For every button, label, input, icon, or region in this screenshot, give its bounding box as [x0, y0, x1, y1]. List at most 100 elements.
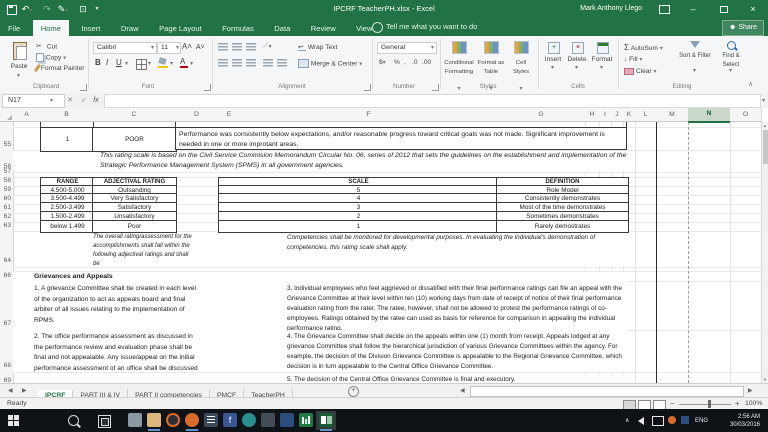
zoom-in-icon[interactable]: + [735, 399, 740, 408]
zoom-slider-thumb[interactable] [708, 400, 711, 408]
taskbar-app-icon-3[interactable] [185, 413, 199, 427]
taskbar-app-icon-2[interactable] [166, 413, 180, 427]
fill-color-icon[interactable] [158, 57, 168, 68]
align-right-icon[interactable] [246, 59, 256, 67]
scroll-down-icon[interactable]: ▼ [763, 377, 767, 382]
align-top-icon[interactable] [218, 43, 228, 51]
scroll-up-icon[interactable]: ▲ [763, 123, 767, 128]
name-box[interactable]: N17 [2, 94, 65, 108]
column-header-L[interactable]: L [635, 108, 657, 122]
user-account[interactable]: Mark Anthony Llego [580, 0, 642, 18]
row-header-57[interactable]: 57 [0, 167, 11, 176]
italic-button[interactable]: I [106, 58, 108, 67]
formula-input[interactable] [104, 94, 761, 108]
file-explorer-icon[interactable] [147, 413, 161, 427]
column-header-O[interactable]: O [730, 108, 762, 122]
column-header-M[interactable]: M [656, 108, 689, 122]
cut-button[interactable]: ✂ Cut [36, 42, 57, 51]
taskbar-app-icon-7[interactable] [299, 413, 313, 427]
percent-style-icon[interactable]: % [394, 58, 400, 67]
taskbar-app-icon-6[interactable] [280, 413, 294, 427]
horizontal-scroll-thumb[interactable] [470, 386, 744, 397]
network-display-icon[interactable] [652, 416, 664, 426]
clipboard-dialog-launcher-icon[interactable] [80, 84, 87, 91]
cell-A68-office-assessment[interactable]: 2. The office performance assessment as … [34, 332, 202, 372]
zoom-level[interactable]: 100% [745, 400, 762, 407]
increase-decimal-icon[interactable]: .0 [412, 58, 418, 67]
column-header-H[interactable]: H [585, 108, 600, 122]
column-header-D[interactable]: D [175, 108, 219, 122]
format-painter-button[interactable]: Format Painter [33, 64, 84, 73]
tell-me-box[interactable]: Tell me what you want to do [386, 18, 477, 36]
comma-style-icon[interactable]: , [404, 58, 406, 67]
restore-button[interactable] [712, 0, 734, 18]
align-left-icon[interactable] [218, 59, 228, 67]
cell-F67-appeal-process[interactable]: 3. Individual employees who feel aggriev… [287, 284, 625, 332]
volume-icon[interactable] [638, 417, 644, 425]
wrap-text-button[interactable]: ↩ Wrap Text [298, 43, 337, 52]
row-header-67[interactable]: 67 [0, 319, 11, 329]
task-view-icon[interactable] [98, 415, 111, 428]
decrease-decimal-icon[interactable]: .00 [422, 58, 431, 67]
collapse-ribbon-icon[interactable]: ∧ [748, 80, 753, 88]
autosum-button[interactable]: Σ AutoSum ▾ [624, 43, 663, 54]
column-header-B[interactable]: B [40, 108, 94, 122]
paste-button[interactable]: Paste ▾ [6, 40, 32, 80]
number-format-combo[interactable]: General ▾ [377, 42, 437, 54]
tray-app-icon-2[interactable] [681, 416, 689, 424]
cell-F69-final-decision[interactable]: 5. The decision of the Central Office Gr… [287, 375, 625, 383]
column-header-F[interactable]: F [240, 108, 498, 122]
clock[interactable]: 2:56 AM 30/03/2016 [714, 413, 760, 429]
font-size-combo[interactable]: 11 ▾ [157, 42, 181, 54]
zoom-out-icon[interactable]: − [670, 399, 675, 408]
alignment-dialog-launcher-icon[interactable] [364, 84, 371, 91]
tray-app-icon-1[interactable] [668, 416, 676, 424]
cell-F64-competencies-note[interactable]: Competencies shall be monitored for deve… [240, 233, 627, 266]
zoom-slider-track[interactable] [679, 404, 731, 405]
cell-A67-grievance-committee[interactable]: 1. A grievance Committee shall be create… [34, 284, 202, 328]
close-button[interactable]: × [742, 0, 764, 18]
expand-formula-bar-icon[interactable]: ▾ [762, 97, 765, 104]
align-bottom-icon[interactable] [246, 43, 256, 51]
orientation-icon[interactable]: ⟋▾ [263, 41, 272, 52]
row-header-69[interactable]: 69 [0, 376, 11, 383]
copy-button[interactable]: Copy ▾ [36, 53, 66, 63]
minimize-button[interactable]: – [682, 0, 704, 18]
taskbar-search-icon[interactable] [68, 415, 81, 428]
fill-button[interactable]: ↓ Fill ▾ [624, 55, 642, 65]
start-button-icon[interactable] [8, 415, 19, 426]
align-middle-icon[interactable] [232, 43, 242, 51]
table-row-cell[interactable]: 1 [218, 220, 499, 233]
column-header-C[interactable]: C [93, 108, 176, 122]
insert-function-icon[interactable]: fx [90, 93, 102, 108]
calculator-icon[interactable] [204, 413, 218, 427]
language-indicator[interactable]: ENG [695, 417, 708, 425]
cell-F68-grievance-decision[interactable]: 4. The Grievance Committee shall decide … [287, 332, 625, 372]
taskbar-app-icon-5[interactable] [261, 413, 275, 427]
row-header-63[interactable]: 63 [0, 221, 11, 231]
cell-D55-rating-description[interactable]: Performance was consistently below expec… [175, 127, 627, 150]
number-dialog-launcher-icon[interactable] [432, 84, 439, 91]
merge-center-button[interactable]: Merge & Center ▾ [298, 59, 362, 69]
cell-C55[interactable]: POOR [92, 127, 177, 152]
table-row-cell[interactable]: Rarely demostrates [496, 220, 629, 233]
font-name-combo[interactable]: Calibri ▾ [93, 42, 157, 54]
accounting-format-icon[interactable]: $▾ [379, 58, 386, 68]
share-button[interactable]: ☻ Share [722, 20, 764, 36]
column-header-A[interactable]: A [13, 108, 41, 122]
sheet-nav-right-icon[interactable]: ▶ [22, 387, 27, 394]
column-header-E[interactable]: E [218, 108, 241, 122]
underline-dropdown-icon[interactable]: ▾ [125, 60, 128, 67]
bold-button[interactable]: B [95, 58, 101, 67]
name-box-dropdown-icon[interactable]: ▾ [50, 97, 53, 104]
increase-font-icon[interactable]: A˄ [182, 42, 192, 51]
excel-taskbar-highlight[interactable] [316, 411, 336, 430]
row-header-55[interactable]: 55 [0, 140, 11, 150]
sheet-nav-left-icon[interactable]: ◀ [8, 387, 13, 394]
tray-show-hidden-icon[interactable]: ∧ [625, 417, 629, 425]
decrease-indent-icon[interactable] [263, 59, 273, 67]
cell-B56-rating-scale-note[interactable]: This rating scale is based on the Civil … [13, 151, 627, 171]
ribbon-display-options-icon[interactable] [656, 0, 672, 18]
hscroll-right-icon[interactable]: ▶ [748, 387, 753, 394]
select-all-corner[interactable] [0, 108, 14, 122]
